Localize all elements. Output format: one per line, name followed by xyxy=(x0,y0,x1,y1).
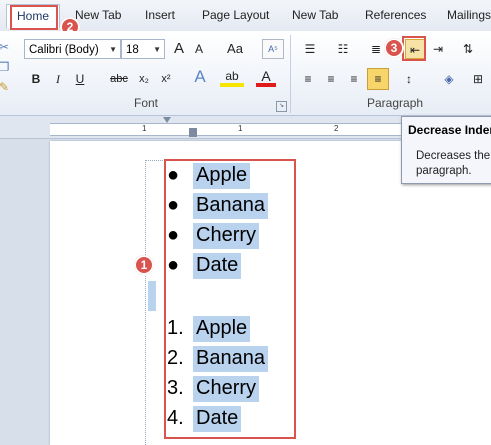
tab-new-tab-1[interactable]: New Tab xyxy=(75,8,121,22)
tooltip-body: Decreases the paragraph. xyxy=(416,149,490,179)
tooltip-body-line: Decreases the xyxy=(416,150,491,162)
font-name-combo[interactable]: Calibri (Body) ▼ xyxy=(24,39,121,59)
step-badge-3: 3 xyxy=(384,38,404,58)
tab-references[interactable]: References xyxy=(365,8,426,22)
chevron-down-icon: ▼ xyxy=(109,45,117,54)
chevron-down-icon: ▼ xyxy=(153,45,161,54)
text-effects-button[interactable]: A xyxy=(190,67,210,87)
tooltip-body-line: paragraph. xyxy=(416,165,472,177)
cut-icon[interactable]: ✂ xyxy=(0,37,14,57)
strikethrough-button[interactable]: abc xyxy=(107,69,131,89)
align-center-icon[interactable]: ≡ xyxy=(321,69,341,89)
change-case-button[interactable]: Aa xyxy=(222,39,248,59)
sort-icon[interactable]: ⇅ xyxy=(458,39,478,59)
decrease-indent-tooltip: Decrease Indent Decreases the paragraph. xyxy=(401,116,491,184)
font-dialog-launcher-icon[interactable]: ↘ xyxy=(276,101,287,112)
format-painter-icon[interactable]: ✎ xyxy=(0,77,14,97)
bullets-icon[interactable]: ☰ xyxy=(298,39,322,59)
subscript-button[interactable]: x₂ xyxy=(134,69,154,89)
tab-new-tab-2[interactable]: New Tab xyxy=(292,8,338,22)
tab-insert[interactable]: Insert xyxy=(145,8,175,22)
justify-icon[interactable]: ≡ xyxy=(367,68,389,90)
ruler-mark: 1 xyxy=(142,124,147,133)
numbering-icon[interactable]: ☷ xyxy=(331,39,355,59)
text-highlight-button[interactable]: ab xyxy=(220,67,244,87)
font-size-value: 18 xyxy=(126,44,139,56)
font-color-button[interactable]: A xyxy=(256,67,276,87)
home-tab-highlight xyxy=(10,5,58,30)
tab-page-layout[interactable]: Page Layout xyxy=(202,8,269,22)
step-badge-1: 1 xyxy=(134,255,154,275)
font-group-label: Font xyxy=(134,96,159,110)
borders-icon[interactable]: ⊞ xyxy=(466,69,490,89)
paragraph-group-label: Paragraph xyxy=(367,96,424,110)
bold-button[interactable]: B xyxy=(26,69,46,89)
font-size-combo[interactable]: 18 ▼ xyxy=(121,39,165,59)
hanging-indent-marker-icon[interactable] xyxy=(189,128,197,137)
ruler-mark: 2 xyxy=(334,124,339,133)
first-line-indent-marker-icon[interactable] xyxy=(163,117,171,123)
decrease-indent-highlight xyxy=(402,36,426,61)
list-selection-highlight xyxy=(164,159,296,439)
tab-mailings[interactable]: Mailings xyxy=(447,8,491,22)
selection-empty-line xyxy=(148,281,156,311)
group-divider xyxy=(290,35,291,113)
superscript-button[interactable]: x² xyxy=(156,69,176,89)
increase-indent-icon[interactable]: ⇥ xyxy=(428,39,448,59)
grow-font-button[interactable]: A xyxy=(169,39,189,59)
ruler-mark: 1 xyxy=(238,124,243,133)
margin-guide xyxy=(145,160,147,445)
shading-icon[interactable]: ◈ xyxy=(436,69,462,89)
shrink-font-button[interactable]: A xyxy=(189,39,209,59)
font-name-value: Calibri (Body) xyxy=(29,44,99,56)
clear-formatting-button[interactable]: A⁵ xyxy=(262,39,284,59)
align-left-icon[interactable]: ≡ xyxy=(298,69,318,89)
copy-icon[interactable]: ❐ xyxy=(0,57,14,77)
italic-button[interactable]: I xyxy=(48,69,68,89)
line-spacing-icon[interactable]: ↕ xyxy=(397,69,421,89)
tooltip-title: Decrease Indent xyxy=(408,123,491,137)
underline-button[interactable]: U xyxy=(70,69,90,89)
align-right-icon[interactable]: ≡ xyxy=(344,69,364,89)
